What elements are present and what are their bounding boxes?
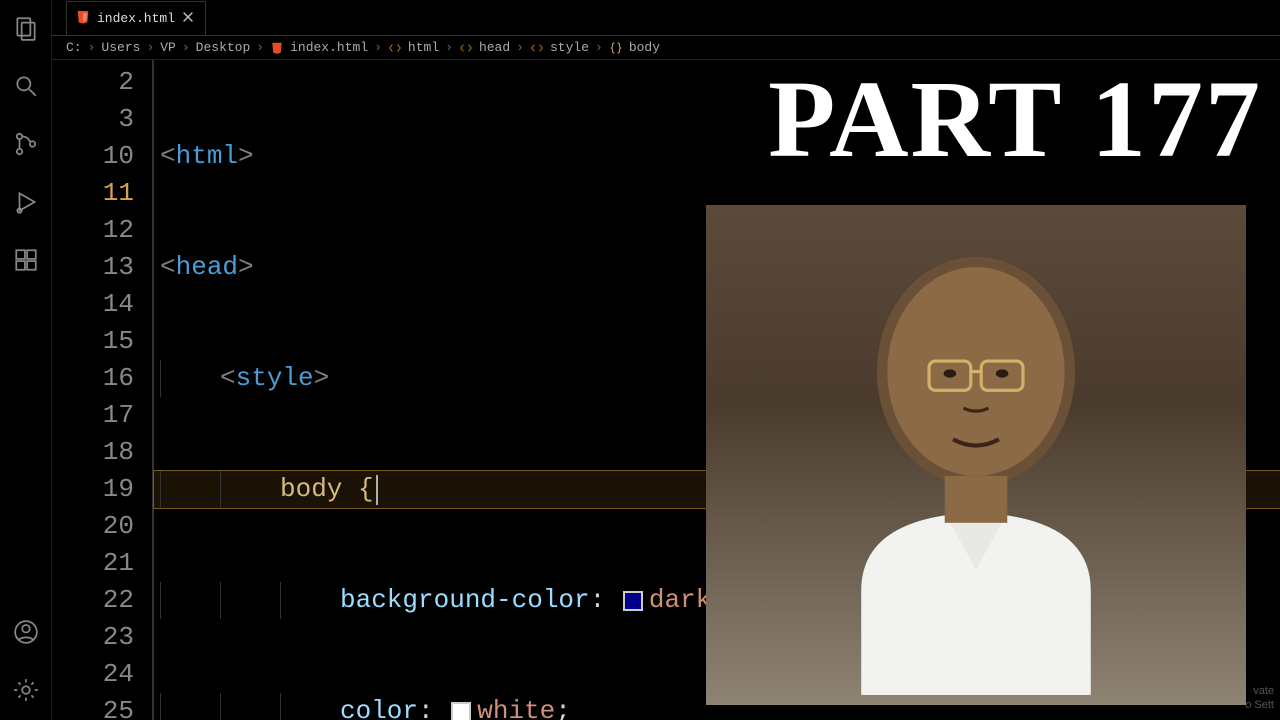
breadcrumb-segment[interactable]: head [479,40,510,55]
breadcrumb-segment[interactable]: C: [66,40,82,55]
line-number: 10 [52,138,134,175]
extensions-icon[interactable] [6,240,46,280]
line-number: 15 [52,323,134,360]
html-file-icon [270,40,284,55]
line-number: 24 [52,656,134,693]
color-swatch-icon[interactable] [451,702,471,720]
line-number: 25 [52,693,134,720]
breadcrumb-segment[interactable]: style [550,40,589,55]
accounts-icon[interactable] [6,612,46,652]
search-icon[interactable] [6,66,46,106]
breadcrumb-segment[interactable]: body [629,40,660,55]
tab-index-html[interactable]: index.html [66,1,206,35]
close-icon[interactable] [181,10,195,28]
breadcrumb-segment[interactable]: index.html [290,40,368,55]
video-title-overlay: PART 177 [768,56,1262,183]
line-number: 16 [52,360,134,397]
webcam-overlay [706,205,1246,705]
line-number: 18 [52,434,134,471]
css-rule-icon [609,40,623,55]
breadcrumb-segment[interactable]: VP [160,40,176,55]
html-file-icon [75,9,91,29]
line-number: 17 [52,397,134,434]
tab-bar: index.html [52,0,1280,36]
line-number: 11 [52,175,134,212]
line-number: 23 [52,619,134,656]
line-number: 13 [52,249,134,286]
breadcrumb-segment[interactable]: Users [101,40,140,55]
color-swatch-icon[interactable] [623,591,643,611]
vscode-window: index.html C:› Users› VP› Desktop› index… [0,0,1280,720]
text-cursor [376,475,378,505]
line-number: 22 [52,582,134,619]
line-number: 14 [52,286,134,323]
line-number: 19 [52,471,134,508]
line-number-gutter: 2 3 10 11 12 13 14 15 16 17 18 19 20 21 … [52,60,152,720]
person-silhouette-icon [766,215,1186,695]
code-tag-icon [530,40,544,55]
code-tag-icon [388,40,402,55]
activity-bar [0,0,52,720]
run-debug-icon[interactable] [6,182,46,222]
line-number: 3 [52,101,134,138]
source-control-icon[interactable] [6,124,46,164]
code-tag-icon [459,40,473,55]
line-number: 20 [52,508,134,545]
breadcrumb-segment[interactable]: Desktop [196,40,251,55]
editor-group: index.html C:› Users› VP› Desktop› index… [52,0,1280,720]
line-number: 12 [52,212,134,249]
line-number: 21 [52,545,134,582]
windows-watermark: vate o Sett [1245,684,1274,712]
settings-gear-icon[interactable] [6,670,46,710]
breadcrumb-segment[interactable]: html [408,40,439,55]
tab-label: index.html [97,11,175,26]
explorer-icon[interactable] [6,8,46,48]
line-number: 2 [52,64,134,101]
